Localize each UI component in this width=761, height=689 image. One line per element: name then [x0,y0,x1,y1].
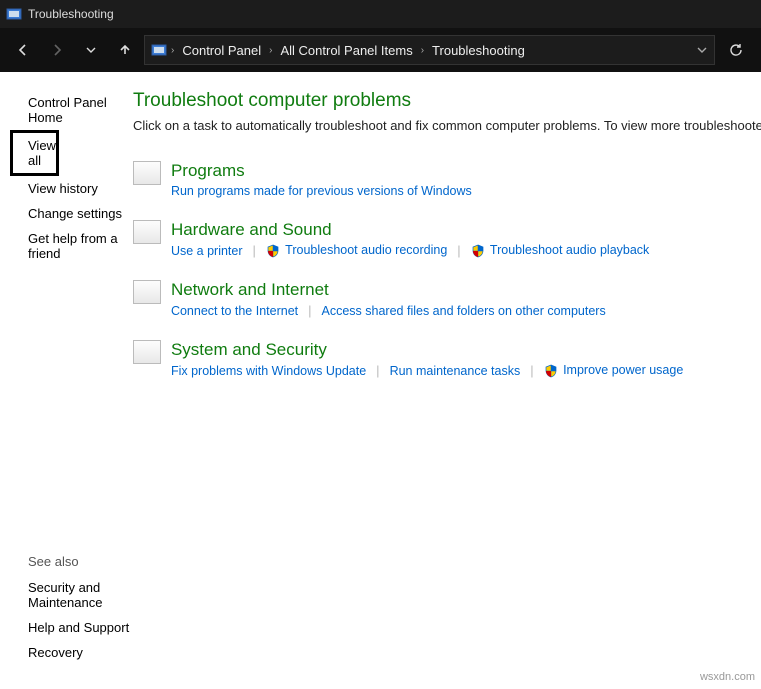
troubleshooter-link[interactable]: Access shared files and folders on other… [322,304,606,318]
category-links: Run programs made for previous versions … [171,184,761,198]
sidebar-item-home[interactable]: Control Panel Home [0,90,133,130]
shield-icon [544,364,558,378]
page-description: Click on a task to automatically trouble… [133,118,761,133]
see-also-item[interactable]: Help and Support [0,615,133,640]
category: System and Security Fix problems with Win… [133,340,761,378]
back-button[interactable] [8,35,38,65]
divider: | [376,363,379,378]
divider: | [457,243,460,258]
window-title: Troubleshooting [28,7,114,21]
address-bar[interactable]: › Control Panel › All Control Panel Item… [144,35,715,65]
troubleshooter-link[interactable]: Troubleshoot audio playback [471,243,650,258]
refresh-button[interactable] [719,35,753,65]
troubleshooter-link[interactable]: Improve power usage [544,363,684,378]
troubleshooter-link[interactable]: Run programs made for previous versions … [171,184,472,198]
category-title[interactable]: Programs [171,161,761,181]
category-icon [133,161,161,185]
shield-icon [266,244,280,258]
app-icon [6,6,22,22]
main-panel: Troubleshoot computer problems Click on … [133,72,761,689]
troubleshooter-link[interactable]: Run maintenance tasks [390,364,521,378]
see-also-item[interactable]: Security and Maintenance [0,575,133,615]
titlebar: Troubleshooting [0,0,761,28]
category-links: Connect to the Internet | Access shared fi… [171,303,761,318]
sidebar-item-change-settings[interactable]: Change settings [0,201,133,226]
navbar: › Control Panel › All Control Panel Item… [0,28,761,72]
category-icon [133,340,161,364]
divider: | [308,303,311,318]
arrow-up-icon [117,42,133,58]
category-icon [133,280,161,304]
watermark: wsxdn.com [700,671,755,683]
arrow-right-icon [49,42,65,58]
refresh-icon [728,42,744,58]
category-links: Fix problems with Windows Update | Run mai… [171,363,761,378]
see-also-header: See also [0,554,133,575]
breadcrumb-crumb[interactable]: All Control Panel Items [276,41,416,60]
sidebar-item-view-history[interactable]: View history [0,176,133,201]
sidebar-item-view-all[interactable]: View all [10,130,59,176]
chevron-right-icon: › [421,45,424,56]
category-icon [133,220,161,244]
troubleshooter-link[interactable]: Troubleshoot audio recording [266,243,447,258]
category: Network and Internet Connect to the Inter… [133,280,761,318]
sidebar: Control Panel Home View all View history… [0,72,133,689]
category: Programs Run programs made for previous v… [133,161,761,198]
forward-button[interactable] [42,35,72,65]
category-title[interactable]: Hardware and Sound [171,220,761,240]
divider: | [530,363,533,378]
location-icon [151,42,167,58]
chevron-down-icon[interactable] [696,44,708,56]
troubleshooter-link[interactable]: Fix problems with Windows Update [171,364,366,378]
sidebar-item-get-help[interactable]: Get help from a friend [0,226,133,266]
breadcrumb-crumb[interactable]: Control Panel [178,41,265,60]
chevron-right-icon: › [269,45,272,56]
breadcrumb-crumb[interactable]: Troubleshooting [428,41,529,60]
up-button[interactable] [110,35,140,65]
chevron-right-icon: › [171,45,174,56]
category-title[interactable]: Network and Internet [171,280,761,300]
recent-dropdown[interactable] [76,35,106,65]
arrow-left-icon [15,42,31,58]
shield-icon [471,244,485,258]
divider: | [253,243,256,258]
chevron-down-icon [85,44,97,56]
troubleshooter-link[interactable]: Connect to the Internet [171,304,298,318]
category-links: Use a printer | Troubleshoot audio record… [171,243,761,258]
page-heading: Troubleshoot computer problems [133,90,761,112]
troubleshooter-link[interactable]: Use a printer [171,244,243,258]
see-also-item[interactable]: Recovery [0,640,133,665]
category: Hardware and Sound Use a printer | Trouble… [133,220,761,258]
see-also-section: See also Security and Maintenance Help a… [0,554,133,689]
category-title[interactable]: System and Security [171,340,761,360]
